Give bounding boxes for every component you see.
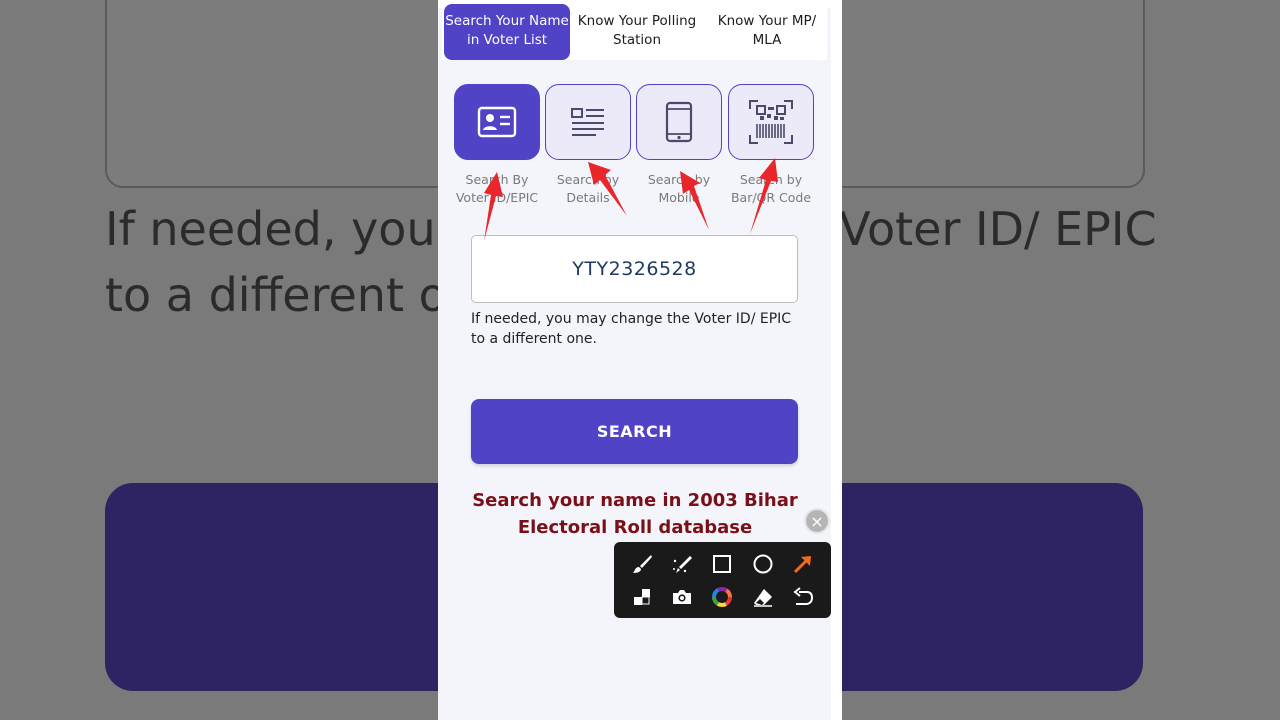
magic-pen-icon[interactable] <box>669 551 695 577</box>
search-by-details-label: Search by Details <box>556 172 620 205</box>
tab-mp-mla[interactable]: Know Your MP/ MLA <box>704 4 830 60</box>
search-by-mobile-tile[interactable] <box>636 84 722 160</box>
search-button[interactable]: SEARCH <box>471 399 798 464</box>
undo-icon[interactable] <box>790 584 816 610</box>
circle-icon[interactable] <box>750 551 776 577</box>
eraser-icon[interactable] <box>750 584 776 610</box>
bihar-roll-link[interactable]: Search your name in 2003 Bihar Electoral… <box>458 487 812 541</box>
search-by-epic-label: Search By Voter ID/EPIC <box>455 172 539 205</box>
document-lines-icon <box>571 108 604 136</box>
qr-barcode-icon <box>749 100 793 144</box>
tab-polling-station[interactable]: Know Your Polling Station <box>574 4 700 60</box>
arrow-icon[interactable] <box>790 551 816 577</box>
search-by-qr-label: Search by Bar/QR Code <box>730 172 812 205</box>
mobile-phone-icon <box>665 101 693 143</box>
search-by-qr-tile[interactable] <box>728 84 814 160</box>
close-toolbar-button[interactable]: × <box>804 508 830 534</box>
search-by-epic-tile[interactable] <box>454 84 540 160</box>
tab-bar: Search Your Name in Voter List Know Your… <box>442 4 827 60</box>
epic-hint-text: If needed, you may change the Voter ID/ … <box>471 311 792 347</box>
camera-icon[interactable] <box>669 584 695 610</box>
epic-number-input[interactable]: YTY2326528 <box>471 235 798 303</box>
rectangle-icon[interactable] <box>709 551 735 577</box>
color-wheel-icon[interactable] <box>709 584 735 610</box>
search-by-details-tile[interactable] <box>545 84 631 160</box>
phone-right-edge <box>831 0 842 720</box>
mosaic-icon[interactable] <box>629 584 655 610</box>
drawing-toolbar <box>614 542 831 618</box>
search-by-mobile-label: Search by Mobile <box>647 172 711 205</box>
id-card-icon <box>477 106 517 138</box>
brush-icon[interactable] <box>629 551 655 577</box>
tab-search-name[interactable]: Search Your Name in Voter List <box>444 4 570 60</box>
